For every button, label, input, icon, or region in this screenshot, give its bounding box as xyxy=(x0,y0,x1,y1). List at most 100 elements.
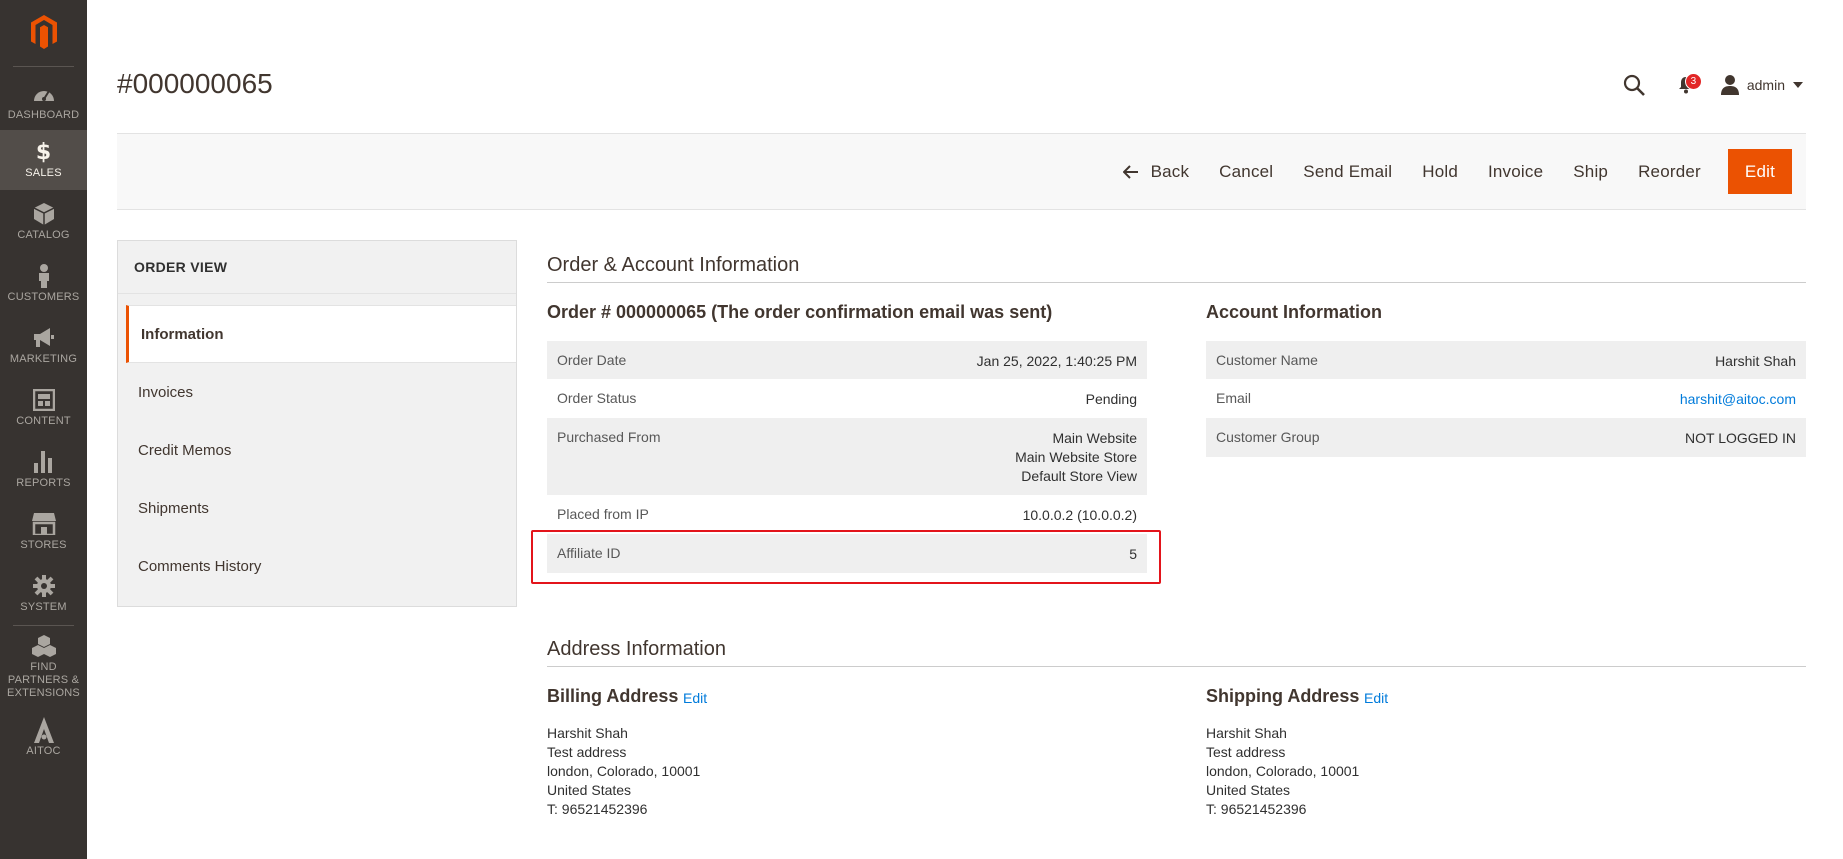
nav-customers[interactable]: CUSTOMERS xyxy=(0,254,87,314)
billing-street: Test address xyxy=(547,744,627,760)
nav-marketing[interactable]: MARKETING xyxy=(0,316,87,376)
address-section-title: Address Information xyxy=(547,638,726,660)
global-search-button[interactable] xyxy=(1619,70,1649,100)
bar-chart-icon xyxy=(33,450,54,474)
store-view-name: Default Store View xyxy=(1021,468,1137,484)
sidebar-divider xyxy=(13,625,74,626)
ship-button[interactable]: Ship xyxy=(1558,149,1623,194)
email-label: Email xyxy=(1216,390,1252,406)
page-actions-toolbar: Back Cancel Send Email Hold Invoice Ship… xyxy=(117,133,1806,210)
arrow-left-icon xyxy=(1122,164,1139,179)
customer-group-label: Customer Group xyxy=(1216,429,1320,445)
nav-label: FIND PARTNERS & EXTENSIONS xyxy=(7,661,80,699)
tab-invoices[interactable]: Invoices xyxy=(126,363,516,421)
shipping-name: Harshit Shah xyxy=(1206,725,1287,741)
nav-content[interactable]: CONTENT xyxy=(0,378,87,438)
tab-credit-memos[interactable]: Credit Memos xyxy=(126,421,516,479)
dollar-icon: $ xyxy=(35,139,52,165)
purchased-from-label: Purchased From xyxy=(557,429,661,445)
billing-phone: T: 96521452396 xyxy=(547,801,648,817)
website-name: Main Website xyxy=(1052,430,1137,446)
chevron-down-icon xyxy=(1793,82,1803,88)
aitoc-icon xyxy=(33,717,54,743)
user-account-menu[interactable]: admin xyxy=(1720,75,1803,95)
shipping-phone: T: 96521452396 xyxy=(1206,801,1307,817)
shipping-address-title: Shipping Address xyxy=(1206,686,1360,706)
nav-find-partners[interactable]: FIND PARTNERS & EXTENSIONS xyxy=(0,632,87,702)
edit-shipping-address-link[interactable]: Edit xyxy=(1364,690,1388,706)
edit-order-button[interactable]: Edit xyxy=(1727,149,1792,194)
nav-label: SALES xyxy=(25,167,62,179)
search-icon xyxy=(1623,74,1645,96)
nav-dashboard[interactable]: DASHBOARD xyxy=(0,72,87,132)
reorder-button[interactable]: Reorder xyxy=(1623,149,1716,194)
customer-group-row: Customer Group NOT LOGGED IN xyxy=(1206,418,1806,457)
shipping-address-block: Harshit Shah Test address london, Colora… xyxy=(1206,724,1359,819)
billing-country: United States xyxy=(547,782,632,798)
email-row: Email harshit@aitoc.com xyxy=(1206,379,1806,418)
section-divider xyxy=(547,666,1806,667)
customer-name-value: Harshit Shah xyxy=(1715,353,1796,369)
dashboard-icon xyxy=(32,82,56,106)
nav-label: DASHBOARD xyxy=(7,109,80,121)
placed-from-ip-label: Placed from IP xyxy=(557,506,649,522)
customer-name-row: Customer Name Harshit Shah xyxy=(1206,341,1806,379)
nav-label: SYSTEM xyxy=(20,601,67,613)
nav-catalog[interactable]: CATALOG xyxy=(0,192,87,252)
billing-city-region-zip: london, Colorado, 10001 xyxy=(547,763,701,779)
affiliate-id-highlight xyxy=(531,530,1161,584)
customer-email-link[interactable]: harshit@aitoc.com xyxy=(1680,391,1796,407)
admin-sidebar: DASHBOARD $ SALES CATALOG CUSTOMERS MARK… xyxy=(0,0,87,859)
cubes-icon xyxy=(31,634,56,658)
tab-shipments[interactable]: Shipments xyxy=(126,479,516,537)
user-name: admin xyxy=(1746,77,1785,93)
invoice-button[interactable]: Invoice xyxy=(1473,149,1558,194)
order-date-value: Jan 25, 2022, 1:40:25 PM xyxy=(976,353,1137,369)
notifications-button[interactable]: 3 xyxy=(1671,70,1702,100)
order-status-row: Order Status Pending xyxy=(547,379,1147,418)
nav-aitoc[interactable]: AITOC xyxy=(0,708,87,768)
order-status-label: Order Status xyxy=(557,390,637,406)
nav-label: CONTENT xyxy=(16,415,71,427)
nav-stores[interactable]: STORES xyxy=(0,502,87,562)
nav-label: CUSTOMERS xyxy=(7,291,80,303)
shipping-city-region-zip: london, Colorado, 10001 xyxy=(1206,763,1360,779)
purchased-from-value: Main Website Main Website Store Default … xyxy=(1015,418,1137,495)
nav-label: AITOC xyxy=(26,745,61,757)
sidebar-divider xyxy=(13,66,74,67)
order-date-row: Order Date Jan 25, 2022, 1:40:25 PM xyxy=(547,341,1147,379)
back-button[interactable]: Back xyxy=(1108,149,1205,194)
order-status-value: Pending xyxy=(1085,391,1137,407)
nav-sales[interactable]: $ SALES xyxy=(0,130,87,190)
order-date-label: Order Date xyxy=(557,352,627,368)
back-label: Back xyxy=(1150,161,1190,181)
send-email-button[interactable]: Send Email xyxy=(1288,149,1407,194)
hold-button[interactable]: Hold xyxy=(1407,149,1473,194)
shipping-country: United States xyxy=(1206,782,1291,798)
page-title: #000000065 xyxy=(117,68,273,99)
nav-label: CATALOG xyxy=(17,229,70,241)
billing-address-block: Harshit Shah Test address london, Colora… xyxy=(547,724,700,819)
order-view-title: ORDER VIEW xyxy=(118,241,516,294)
tab-information[interactable]: Information xyxy=(126,305,516,363)
customer-group-value: NOT LOGGED IN xyxy=(1685,430,1796,446)
nav-label: REPORTS xyxy=(16,477,71,489)
notifications-count-badge: 3 xyxy=(1684,73,1702,90)
header-actions: 3 admin xyxy=(1619,70,1803,100)
box-icon xyxy=(33,202,54,226)
nav-system[interactable]: SYSTEM xyxy=(0,564,87,624)
shipping-street: Test address xyxy=(1206,744,1286,760)
layout-icon xyxy=(32,388,55,412)
account-info-table: Customer Name Harshit Shah Email harshit… xyxy=(1206,341,1806,457)
order-heading: Order # 000000065 (The order confirmatio… xyxy=(547,302,1053,322)
magento-logo[interactable] xyxy=(0,0,87,64)
edit-billing-address-link[interactable]: Edit xyxy=(683,690,707,706)
tab-comments-history[interactable]: Comments History xyxy=(126,537,516,595)
email-value: harshit@aitoc.com xyxy=(1680,379,1796,418)
store-icon xyxy=(31,512,56,536)
cancel-button[interactable]: Cancel xyxy=(1204,149,1288,194)
billing-name: Harshit Shah xyxy=(547,725,628,741)
user-icon xyxy=(1720,75,1739,95)
nav-reports[interactable]: REPORTS xyxy=(0,440,87,500)
customer-name-label: Customer Name xyxy=(1216,352,1318,368)
